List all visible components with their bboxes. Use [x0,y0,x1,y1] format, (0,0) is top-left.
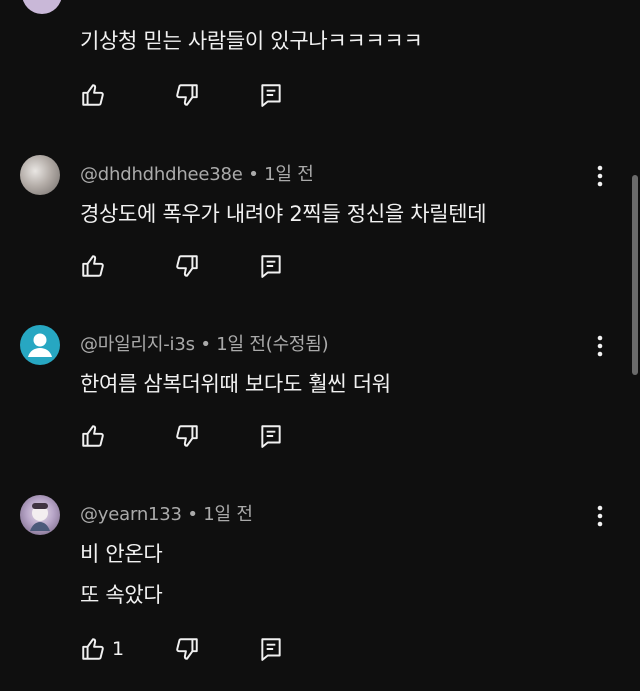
thumbs-down-icon[interactable] [174,636,200,662]
author-name[interactable]: @yearn133 [80,504,182,525]
comment-meta: @dhdhdhdhee38e • 1일 전 [80,160,314,186]
thumbs-up-icon[interactable] [80,253,106,279]
author-name[interactable]: @dhdhdhdhee38e [80,164,243,185]
thumbs-down-icon[interactable] [174,82,200,108]
avatar[interactable] [20,155,60,195]
more-vertical-icon [597,165,603,187]
more-options-button[interactable] [590,502,610,530]
comment-time: • 1일 전 [187,504,253,525]
avatar-image-icon [30,503,50,531]
thumbs-up-icon[interactable] [80,82,106,108]
comment-item: @마일리지-i3s • 1일 전(수정됨) 한여름 삼복더위때 보다도 훨씬 더… [0,310,640,480]
comment-text: 기상청 믿는 사람들이 있구나ㅋㅋㅋㅋㅋ [80,29,423,53]
comment-text-line: 또 속았다 [80,583,163,607]
comment-item: @dhdhdhdhee38e • 1일 전 경상도에 폭우가 내려야 2찍들 정… [0,140,640,310]
avatar[interactable] [20,325,60,365]
scrollbar[interactable] [632,175,638,375]
comment-item: @yearn133 • 1일 전 비 안온다 또 속았다 1 [0,480,640,691]
more-vertical-icon [597,505,603,527]
person-icon [28,333,52,357]
comment-time: • 1일 전(수정됨) [200,334,329,355]
thumbs-up-icon[interactable] [80,636,106,662]
thumbs-down-icon[interactable] [174,423,200,449]
comment-text: 경상도에 폭우가 내려야 2찍들 정신을 차릴텐데 [80,202,487,226]
thumbs-down-icon[interactable] [174,253,200,279]
reply-icon[interactable] [258,636,284,662]
reply-icon[interactable] [258,423,284,449]
comment-time: • 1일 전 [248,164,314,185]
more-options-button[interactable] [590,332,610,360]
author-name[interactable]: @마일리지-i3s [80,334,195,355]
comment-item: 기상청 믿는 사람들이 있구나ㅋㅋㅋㅋㅋ [0,0,640,140]
comment-meta: @마일리지-i3s • 1일 전(수정됨) [80,330,329,356]
reply-icon[interactable] [258,253,284,279]
avatar[interactable] [20,495,60,535]
reply-icon[interactable] [258,82,284,108]
comment-text: 한여름 삼복더위때 보다도 훨씬 더워 [80,372,391,396]
comment-text-line: 비 안온다 [80,542,163,566]
like-count: 1 [112,638,125,660]
more-vertical-icon [597,335,603,357]
comment-meta: @yearn133 • 1일 전 [80,500,253,526]
thumbs-up-icon[interactable] [80,423,106,449]
more-options-button[interactable] [590,162,610,190]
